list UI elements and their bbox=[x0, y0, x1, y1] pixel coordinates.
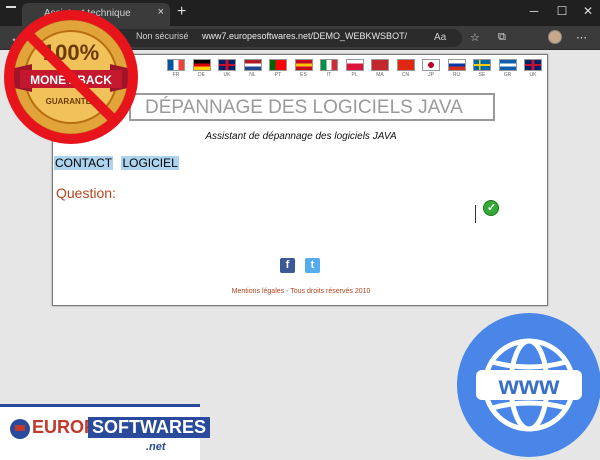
maximize-icon[interactable]: ☐ bbox=[554, 4, 570, 18]
minimize-icon[interactable]: ─ bbox=[526, 4, 542, 18]
flag-code-label: FR bbox=[172, 72, 180, 78]
flag-code-label: ES bbox=[300, 72, 307, 78]
submit-check-button[interactable]: ✓ bbox=[483, 200, 499, 216]
address-bar[interactable]: Non sécurisé www7.europesoftwares.net/DE… bbox=[84, 29, 462, 47]
question-label: Question: bbox=[56, 185, 116, 201]
url-text[interactable]: www7.europesoftwares.net/DEMO_WEBKWSBOT/ bbox=[202, 31, 407, 41]
flag-ma-icon[interactable] bbox=[371, 59, 389, 71]
page-title: DÉPANNAGE DES LOGICIELS JAVA bbox=[145, 97, 463, 118]
flag-fr-icon[interactable] bbox=[167, 59, 185, 71]
profile-avatar[interactable] bbox=[548, 30, 562, 44]
facebook-icon[interactable]: f bbox=[280, 258, 295, 273]
flag-pt-icon[interactable] bbox=[269, 59, 287, 71]
flag-uk-icon[interactable] bbox=[524, 59, 542, 71]
flag-nl-icon[interactable] bbox=[243, 59, 262, 71]
check-icon: ✓ bbox=[487, 202, 497, 214]
flag-jp-icon[interactable] bbox=[422, 59, 440, 71]
flag-gr-icon[interactable] bbox=[498, 59, 517, 71]
flag-code-label: PT bbox=[274, 72, 282, 78]
logo-net: .net bbox=[146, 441, 166, 453]
flag-code-label: RU bbox=[452, 72, 461, 78]
flag-code-label: DE bbox=[198, 72, 205, 78]
flag-cn-icon[interactable] bbox=[396, 59, 415, 71]
menu-logiciel[interactable]: LOGICIEL bbox=[121, 156, 179, 170]
flag-code-label: GR bbox=[503, 72, 512, 78]
flag-uk-icon[interactable] bbox=[218, 59, 236, 71]
logo-softwares: SOFTWARES bbox=[88, 417, 211, 438]
collections-icon[interactable]: ⧉ bbox=[498, 31, 506, 44]
question-input[interactable] bbox=[475, 205, 476, 223]
close-tab-icon[interactable]: × bbox=[158, 6, 164, 18]
flag-code-label: JP bbox=[428, 72, 434, 78]
money-back-guarantee-badge: 100% MONEY BACK GUARANTEE bbox=[4, 10, 138, 144]
flag-code-label: CN bbox=[401, 72, 410, 78]
flag-code-label: UK bbox=[223, 72, 231, 78]
flag-se-icon[interactable] bbox=[473, 59, 491, 71]
flag-code-label: IT bbox=[326, 72, 332, 78]
title-box: DÉPANNAGE DES LOGICIELS JAVA bbox=[129, 93, 495, 121]
logo-mark-icon bbox=[10, 419, 30, 439]
europesoftwares-logo[interactable]: EUROPE SOFTWARES .net bbox=[0, 404, 211, 460]
page-footer[interactable]: Mentions légales - Tous droits réservés … bbox=[53, 288, 549, 295]
www-text: www bbox=[498, 370, 560, 400]
menu-icon[interactable]: ⋯ bbox=[576, 31, 587, 44]
flag-code-label: SE bbox=[478, 72, 486, 78]
new-tab-button[interactable]: + bbox=[177, 3, 186, 21]
flag-de-icon[interactable] bbox=[192, 59, 211, 71]
flag-es-icon[interactable] bbox=[294, 59, 313, 71]
menu-contact[interactable]: CONTACT bbox=[54, 156, 114, 170]
www-globe-badge: www bbox=[457, 313, 600, 457]
favorite-icon[interactable]: ☆ bbox=[470, 31, 480, 44]
flag-ru-icon[interactable] bbox=[447, 59, 466, 71]
twitter-icon[interactable]: t bbox=[305, 258, 320, 273]
flag-code-label: NL bbox=[249, 72, 256, 78]
flag-code-label: UK bbox=[529, 72, 537, 78]
flag-it-icon[interactable] bbox=[320, 59, 338, 71]
security-status[interactable]: Non sécurisé bbox=[136, 31, 189, 41]
main-menu: CONTACT LOGICIEL bbox=[54, 156, 184, 170]
flag-pl-icon[interactable] bbox=[345, 59, 364, 71]
reader-mode-icon[interactable]: Aa bbox=[434, 32, 446, 43]
flag-code-label: PL bbox=[351, 72, 358, 78]
close-window-icon[interactable]: ✕ bbox=[580, 4, 596, 18]
flag-code-label: MA bbox=[376, 72, 384, 78]
